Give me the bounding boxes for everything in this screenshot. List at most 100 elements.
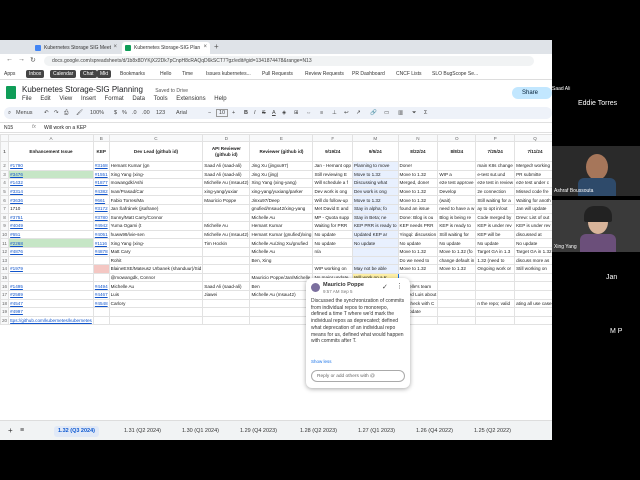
font-size-input[interactable]: 10 xyxy=(216,109,229,117)
cell[interactable]: MP - Quota supp xyxy=(312,212,353,223)
cell[interactable]: #3780 xyxy=(92,212,110,223)
cell[interactable]: No update xyxy=(437,238,477,248)
cell[interactable]: Discussing what xyxy=(351,178,399,188)
cell[interactable]: Xing Yang (xing-yang) xyxy=(249,178,314,188)
cell[interactable] xyxy=(249,264,314,274)
undo-icon[interactable]: ↶ xyxy=(44,110,49,116)
column-title[interactable]: Reviewer (github id) xyxy=(249,141,314,162)
cell[interactable]: #3751 xyxy=(8,212,94,223)
bookmark-review-requests[interactable]: Review Requests xyxy=(305,71,344,77)
cell[interactable]: Tim Hockin xyxy=(202,238,251,248)
cell[interactable]: May not be able xyxy=(351,264,399,274)
cell[interactable]: gnufied/msau42/xing-yang xyxy=(249,203,314,214)
cell[interactable] xyxy=(437,161,477,171)
font-size-increase-icon[interactable]: + xyxy=(232,110,235,116)
cell[interactable]: #1495 xyxy=(8,281,94,291)
row-number[interactable]: 15 xyxy=(0,272,10,283)
column-title[interactable]: Dev Lead (github id) xyxy=(108,141,204,162)
cell[interactable]: Do we need to xyxy=(397,255,439,266)
cell[interactable]: Target GA in 1.32 xyxy=(514,246,552,257)
row-number[interactable]: 5 xyxy=(0,186,10,197)
menu-help[interactable]: Help xyxy=(214,96,226,102)
cell[interactable] xyxy=(514,281,552,291)
column-title[interactable]: 8/22/24 xyxy=(397,141,439,162)
sheet-tab-1-30[interactable]: 1.30 (Q1 2024) xyxy=(178,426,223,437)
cell[interactable]: #3168 xyxy=(92,161,110,171)
sheet-tab-1-28[interactable]: 1.28 (Q2 2023) xyxy=(296,426,341,437)
column-header[interactable]: E xyxy=(249,134,314,142)
resolve-check-icon[interactable]: ✓ xyxy=(382,283,388,291)
cell[interactable] xyxy=(312,255,353,266)
column-header[interactable]: F xyxy=(312,134,353,142)
cell[interactable]: No update xyxy=(351,238,399,248)
column-header[interactable]: P xyxy=(475,134,516,142)
row-number[interactable]: 9 xyxy=(0,221,10,231)
rotate-icon[interactable]: ↗ xyxy=(356,110,361,116)
column-title[interactable]: 9/5/24 xyxy=(351,141,399,162)
cell[interactable]: #3314 xyxy=(8,186,94,197)
menu-data[interactable]: Data xyxy=(132,96,145,102)
cell[interactable]: Xing Yang (xing- xyxy=(108,169,204,180)
cell[interactable] xyxy=(202,246,251,257)
cell[interactable]: Michelle Au xyxy=(108,281,204,291)
menu-view[interactable]: View xyxy=(59,96,72,102)
cell[interactable]: #1877 xyxy=(92,178,110,188)
cell[interactable]: Michelle Au (msau42) xyxy=(249,289,314,300)
row-number[interactable]: 16 xyxy=(0,281,10,291)
cell[interactable]: #4051 xyxy=(92,229,110,240)
cell[interactable]: Move to 1.32 xyxy=(397,195,439,205)
column-header[interactable]: Q xyxy=(514,134,552,142)
bookmark-mkt[interactable]: Mkt xyxy=(97,70,112,78)
cell[interactable]: 1710 xyxy=(8,203,94,214)
bookmark-bookmarks[interactable]: Bookmarks xyxy=(120,71,145,77)
paint-format-icon[interactable]: 🖌 xyxy=(76,110,83,116)
column-header[interactable]: B xyxy=(92,134,110,142)
cell[interactable] xyxy=(92,315,110,326)
formula-input[interactable]: Will work on a KEP xyxy=(44,125,87,131)
sheet-tab-1-26[interactable]: 1.26 (Q4 2022) xyxy=(412,426,457,437)
cell[interactable] xyxy=(202,298,251,309)
cell[interactable] xyxy=(249,298,314,309)
cell[interactable]: e2e test approve xyxy=(437,178,477,188)
cell[interactable]: n/a xyxy=(312,246,353,257)
cell[interactable]: KEP is under rev xyxy=(514,221,552,231)
cell[interactable]: KEP will be xyxy=(475,229,516,240)
cell[interactable]: Ben xyxy=(249,281,314,291)
comment-icon[interactable]: ▭ xyxy=(384,110,389,116)
cell[interactable]: Stay in alpha; fo xyxy=(351,203,399,214)
filter-icon[interactable]: ⏷ xyxy=(412,110,416,117)
cell[interactable]: Still reviewing E xyxy=(312,169,353,180)
cell[interactable]: Carlory xyxy=(108,298,204,309)
cell[interactable] xyxy=(437,289,477,300)
row-number[interactable]: 4 xyxy=(0,178,10,188)
cell[interactable]: #1551 xyxy=(92,169,110,180)
forward-arrow-icon[interactable]: → xyxy=(18,56,25,63)
zoom-select[interactable]: 100% xyxy=(90,110,104,116)
sheet-tab-1-32[interactable]: 1.32 (Q3 2024) xyxy=(54,426,99,437)
cell[interactable]: Move to 1.32 xyxy=(397,186,439,197)
cell[interactable]: #3476 xyxy=(8,169,94,180)
cell[interactable] xyxy=(8,255,94,266)
cell[interactable]: Updated KEP ar xyxy=(351,229,399,240)
column-header[interactable]: A xyxy=(8,134,94,142)
cell[interactable] xyxy=(475,289,516,300)
cell[interactable]: Move to 1.32 (fo xyxy=(437,246,477,257)
cell[interactable]: #1116 xyxy=(92,238,110,248)
cell[interactable]: Stay in Beta; ne xyxy=(351,212,399,223)
bookmark-hello[interactable]: Hello xyxy=(160,71,171,77)
cell[interactable]: Ongoing work or xyxy=(475,264,516,274)
cell[interactable] xyxy=(437,315,477,326)
reply-input[interactable]: Reply or add others with @ xyxy=(311,370,405,382)
bookmark-issues[interactable]: Issues kubernetes... xyxy=(206,71,251,77)
sheet-tab-1-25[interactable]: 1.25 (Q2 2022) xyxy=(470,426,515,437)
cell[interactable]: ttps://github.com/kubernetes/kubernetes xyxy=(8,315,94,326)
bookmark-pr-dashboard[interactable]: PR Dashboard xyxy=(352,71,385,77)
back-arrow-icon[interactable]: ← xyxy=(6,56,13,63)
cell[interactable] xyxy=(108,315,204,326)
cell[interactable]: BlaineEXE/Mateusz Urbanek (shanduur)/Sid xyxy=(108,264,204,274)
reload-icon[interactable]: ↻ xyxy=(30,56,36,64)
cell[interactable]: e2e test in review xyxy=(475,178,516,188)
menu-extensions[interactable]: Extensions xyxy=(176,96,205,102)
cell[interactable]: main K8s change xyxy=(475,161,516,171)
italic-icon[interactable]: I xyxy=(254,110,256,116)
